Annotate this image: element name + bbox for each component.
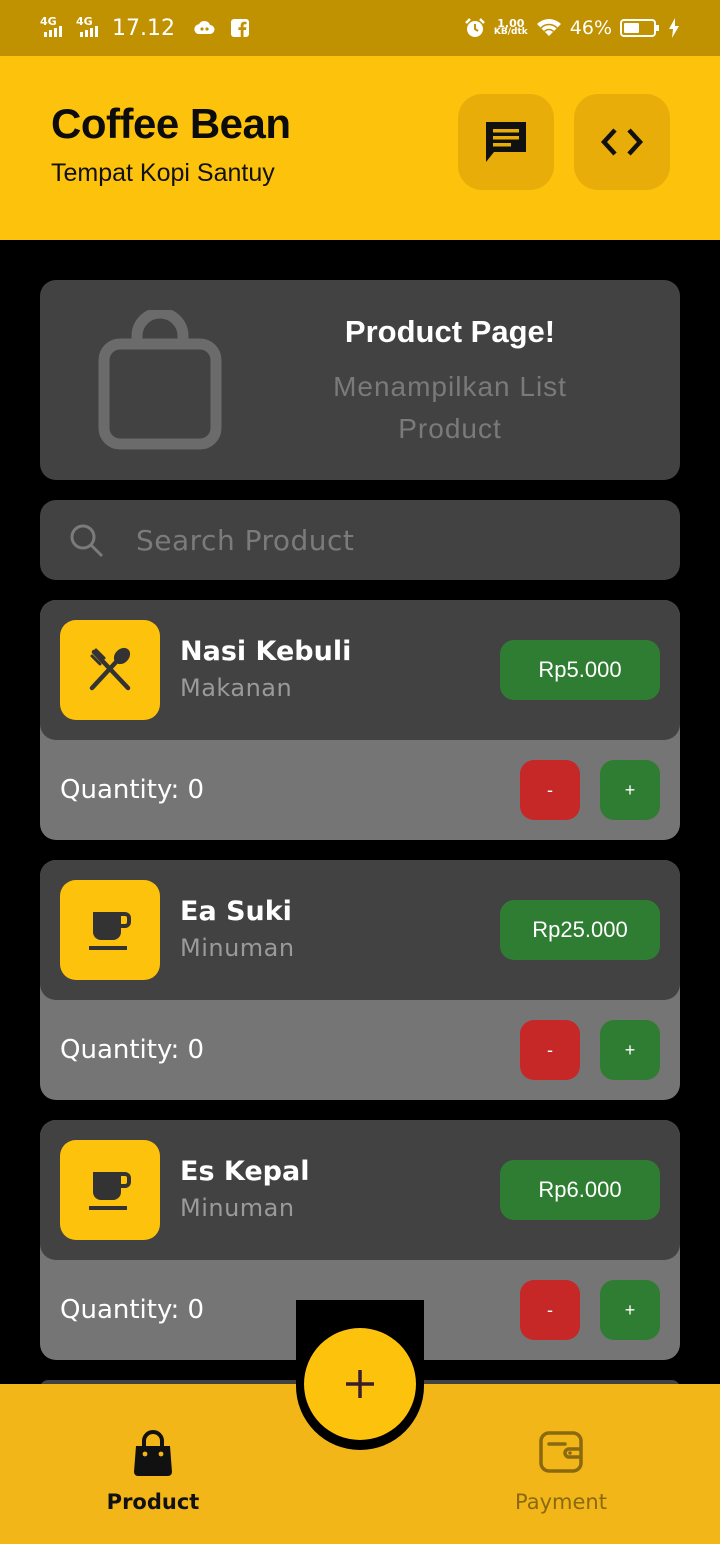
nav-item-payment[interactable] [461, 1430, 661, 1479]
battery-icon [620, 19, 659, 37]
product-card-header: Nasi Kebuli Makanan Rp5.000 [40, 600, 680, 740]
product-icon-tile [60, 1140, 160, 1240]
signal-icon: 4G [76, 15, 104, 39]
shopping-bag-icon [134, 1430, 172, 1476]
banner-description: Menampilkan List Product [333, 371, 567, 444]
product-price-button[interactable]: Rp25.000 [500, 900, 660, 960]
cloud-game-icon [194, 20, 215, 34]
nav-item-product[interactable] [53, 1430, 253, 1483]
alarm-icon [465, 18, 485, 37]
app-title: Coffee Bean [51, 100, 291, 147]
charging-icon [669, 18, 679, 38]
product-card: Nasi Kebuli Makanan Rp5.000 Quantity: 0 … [40, 600, 680, 840]
network-speed: 1,00 KB/dtk [493, 18, 528, 37]
decrease-quantity-button[interactable]: - [520, 760, 580, 820]
nav-label-product: Product [106, 1490, 200, 1514]
product-price-button[interactable]: Rp6.000 [500, 1160, 660, 1220]
product-category: Makanan [180, 674, 293, 702]
product-name: Es Kepal [180, 1156, 310, 1187]
quantity-label: Quantity: 0 [60, 775, 205, 805]
plus-icon [346, 1370, 374, 1398]
nav-label-payment: Payment [515, 1490, 607, 1514]
wifi-icon [536, 19, 561, 36]
signal-icon: 4G [40, 15, 68, 39]
banner-title: Product Page! [344, 314, 556, 349]
product-icon-tile [60, 880, 160, 980]
product-name: Nasi Kebuli [180, 636, 352, 667]
coffee-icon [89, 912, 131, 950]
product-icon-tile [60, 620, 160, 720]
quantity-label: Quantity: 0 [60, 1035, 205, 1065]
quantity-label: Quantity: 0 [60, 1295, 205, 1325]
app-subtitle: Tempat Kopi Santuy [51, 159, 275, 187]
restaurant-icon [89, 647, 131, 691]
search-bar[interactable] [40, 500, 680, 580]
app-header: Coffee Bean Tempat Kopi Santuy [0, 56, 720, 240]
decrease-quantity-button[interactable]: - [520, 1020, 580, 1080]
facebook-icon [230, 19, 249, 37]
increase-quantity-button[interactable]: + [600, 1020, 660, 1080]
product-category: Minuman [180, 1194, 295, 1222]
chat-icon [486, 122, 526, 162]
chat-button[interactable] [458, 94, 554, 190]
search-input[interactable] [136, 500, 636, 580]
clock: 17.12 [112, 15, 175, 41]
status-bar: 4G 4G 17.12 1,00 KB/dtk 46% [0, 0, 720, 56]
increase-quantity-button[interactable]: + [600, 760, 660, 820]
code-icon [600, 128, 644, 156]
product-card-header: Ea Suki Minuman Rp25.000 [40, 860, 680, 1000]
code-button[interactable] [574, 94, 670, 190]
product-price-button[interactable]: Rp5.000 [500, 640, 660, 700]
product-category: Minuman [180, 934, 295, 962]
wallet-icon [539, 1431, 583, 1473]
decrease-quantity-button[interactable]: - [520, 1280, 580, 1340]
product-page-banner: Product Page! Menampilkan List Product [40, 280, 680, 480]
add-product-button[interactable] [304, 1328, 416, 1440]
battery-percent: 46% [569, 17, 612, 39]
increase-quantity-button[interactable]: + [600, 1280, 660, 1340]
product-name: Ea Suki [180, 896, 292, 927]
search-icon [70, 524, 104, 558]
product-card: Ea Suki Minuman Rp25.000 Quantity: 0 - + [40, 860, 680, 1100]
coffee-icon [89, 1172, 131, 1210]
shopping-bag-icon [98, 310, 222, 450]
network-speed-unit: KB/dtk [493, 27, 528, 37]
product-card-header: Es Kepal Minuman Rp6.000 [40, 1120, 680, 1260]
